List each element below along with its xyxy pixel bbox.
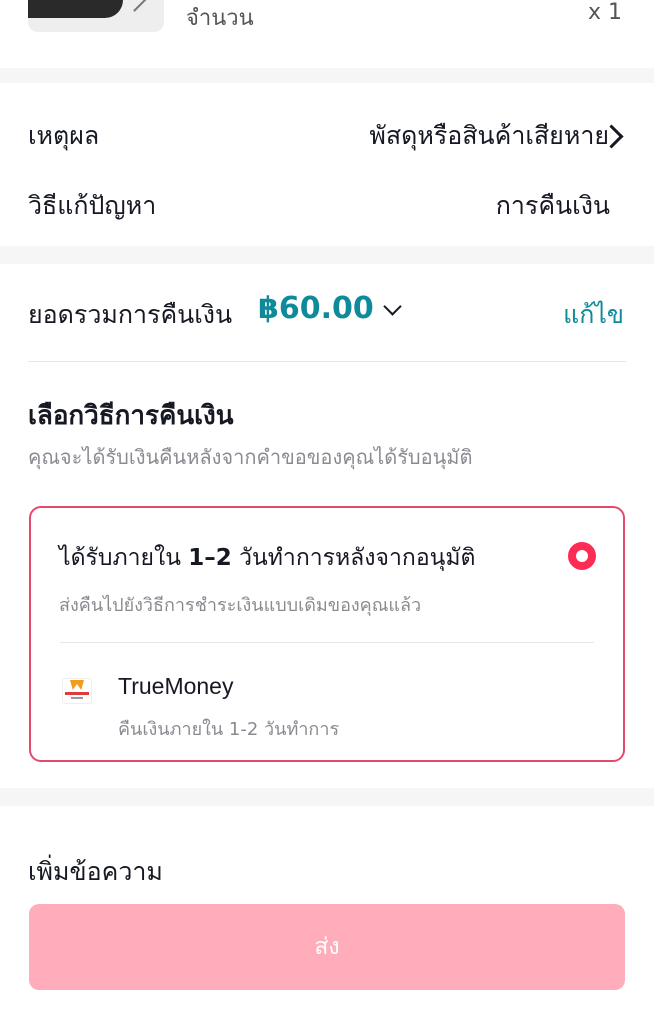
divider: [28, 361, 626, 362]
refund-option-title: ได้รับภายใน 1–2 วันทำการหลังจากอนุมัติ: [59, 545, 476, 571]
divider: [60, 642, 594, 643]
reason-section: เหตุผล พัสดุหรือสินค้าเสียหาย วิธีแก้ปัญ…: [0, 83, 654, 246]
reason-value: พัสดุหรือสินค้าเสียหาย: [369, 121, 609, 150]
product-summary: จำนวน x 1: [0, 0, 654, 68]
refund-option-subtitle: ส่งคืนไปยังวิธีการชำระเงินแบบเดิมของคุณแ…: [59, 595, 422, 616]
refund-method-subtitle: คุณจะได้รับเงินคืนหลังจากคำขอของคุณได้รั…: [28, 445, 473, 469]
refund-total-label: ยอดรวมการคืนเงิน: [28, 300, 233, 329]
product-thumbnail: [28, 0, 164, 32]
payment-method-name: TrueMoney: [118, 673, 234, 699]
truemoney-logo-icon: [62, 678, 92, 704]
solution-value: การคืนเงิน: [495, 191, 610, 220]
refund-option-card[interactable]: ได้รับภายใน 1–2 วันทำการหลังจากอนุมัติ ส…: [29, 506, 625, 762]
edit-link[interactable]: แก้ไข: [563, 295, 624, 335]
refund-section: ยอดรวมการคืนเงิน ฿60.00 แก้ไข เลือกวิธีก…: [0, 264, 654, 788]
add-message-field[interactable]: เพิ่มข้อความ: [28, 852, 163, 892]
solution-label: วิธีแก้ปัญหา: [28, 191, 157, 220]
send-button[interactable]: ส่ง: [29, 904, 625, 990]
payment-method-timing: คืนเงินภายใน 1-2 วันทำการ: [118, 719, 340, 740]
refund-method-title: เลือกวิธีการคืนเงิน: [28, 401, 234, 431]
message-section: เพิ่มข้อความ ส่ง: [0, 806, 654, 1012]
radio-selected[interactable]: [568, 542, 596, 570]
refund-total-amount[interactable]: ฿60.00: [258, 291, 374, 326]
chevron-down-icon[interactable]: [383, 297, 402, 316]
reason-label: เหตุผล: [28, 121, 100, 150]
quantity-label: จำนวน: [186, 6, 254, 31]
quantity-value: x 1: [587, 0, 622, 25]
